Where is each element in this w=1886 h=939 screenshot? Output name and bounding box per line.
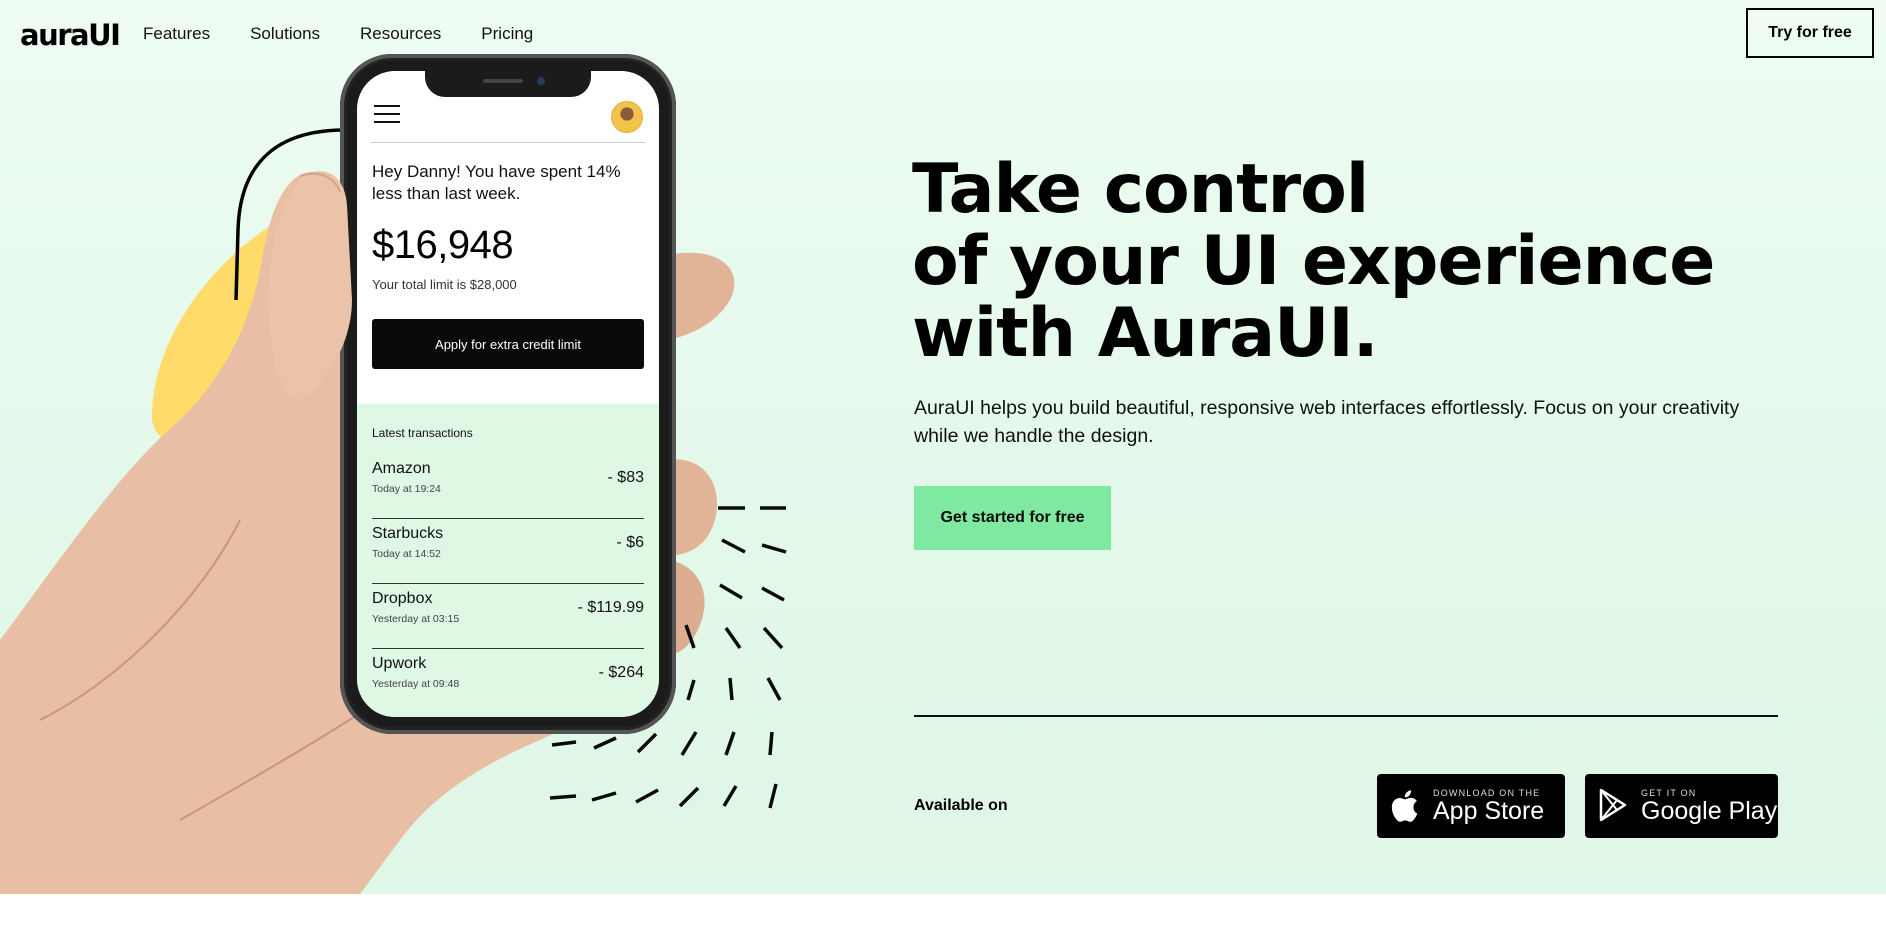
app-store-badge[interactable]: DOWNLOAD ON THE App Store	[1377, 774, 1565, 838]
nav-link-solutions[interactable]: Solutions	[250, 24, 320, 44]
hero-section: auraUI Features Solutions Resources Pric…	[0, 0, 1886, 894]
google-play-badge[interactable]: GET IT ON Google Play	[1585, 774, 1778, 838]
transaction-name: Dropbox	[372, 590, 433, 607]
transaction-row[interactable]: Starbucks Today at 14:52 - $6	[372, 519, 644, 584]
transaction-amount: - $83	[607, 469, 644, 486]
spending-greeting: Hey Danny! You have spent 14% less than …	[372, 162, 621, 203]
available-on-label: Available on	[914, 797, 1008, 814]
transaction-time: Yesterday at 09:48	[372, 678, 460, 690]
hand-holding-phone-illustration: Hey Danny! You have spent 14% less than …	[0, 0, 800, 894]
phone-notch	[425, 71, 591, 97]
limit-text: Your total limit is $28,000	[372, 277, 517, 292]
finger-top	[668, 252, 735, 340]
nav-link-pricing[interactable]: Pricing	[481, 24, 533, 44]
nav-link-features[interactable]: Features	[143, 24, 210, 44]
transaction-time: Today at 14:52	[372, 548, 441, 560]
transaction-row[interactable]: Amazon Today at 19:24 - $83	[372, 454, 644, 519]
phone-screen: Hey Danny! You have spent 14% less than …	[357, 71, 659, 717]
top-nav: auraUI Features Solutions Resources Pric…	[0, 0, 1886, 70]
nav-links: Features Solutions Resources Pricing	[143, 24, 533, 44]
google-play-label: Google Play	[1641, 797, 1778, 825]
transactions-heading: Latest transactions	[372, 426, 473, 440]
transaction-time: Today at 19:24	[372, 483, 441, 495]
play-icon	[1599, 788, 1629, 823]
apple-icon	[1391, 789, 1421, 823]
brand-logo[interactable]: auraUI	[20, 18, 121, 52]
transaction-name: Starbucks	[372, 525, 444, 542]
nav-link-resources[interactable]: Resources	[360, 24, 441, 44]
apply-credit-button[interactable]: Apply for extra credit limit	[372, 319, 644, 369]
headline-line-1: Take control	[912, 150, 1369, 229]
transactions-panel: Latest transactions Amazon Today at 19:2…	[357, 404, 659, 717]
transaction-amount: - $6	[616, 534, 644, 551]
transactions-list: Amazon Today at 19:24 - $83 Starbucks To…	[372, 454, 644, 714]
hero-headline: Take control of your UI experience with …	[912, 154, 1812, 370]
transaction-row[interactable]: Upwork Yesterday at 09:48 - $264	[372, 649, 644, 714]
get-started-button[interactable]: Get started for free	[914, 486, 1111, 550]
hamburger-menu-icon[interactable]	[374, 105, 400, 125]
app-store-label: App Store	[1433, 797, 1545, 825]
try-for-free-button[interactable]: Try for free	[1746, 8, 1874, 58]
phone-mockup: Hey Danny! You have spent 14% less than …	[340, 54, 676, 734]
headline-line-2: of your UI experience	[912, 222, 1715, 301]
avatar[interactable]	[611, 101, 643, 133]
section-divider	[914, 715, 1778, 717]
transaction-row[interactable]: Dropbox Yesterday at 03:15 - $119.99	[372, 584, 644, 649]
headline-line-3: with AuraUI.	[912, 294, 1379, 373]
transaction-name: Amazon	[372, 460, 431, 477]
balance-amount: $16,948	[372, 223, 514, 267]
screen-divider	[371, 142, 645, 143]
transaction-name: Upwork	[372, 655, 427, 672]
hero-subtext: AuraUI helps you build beautiful, respon…	[914, 397, 1740, 447]
transaction-amount: - $264	[598, 664, 644, 681]
transaction-amount: - $119.99	[577, 599, 644, 616]
transaction-time: Yesterday at 03:15	[372, 613, 460, 625]
